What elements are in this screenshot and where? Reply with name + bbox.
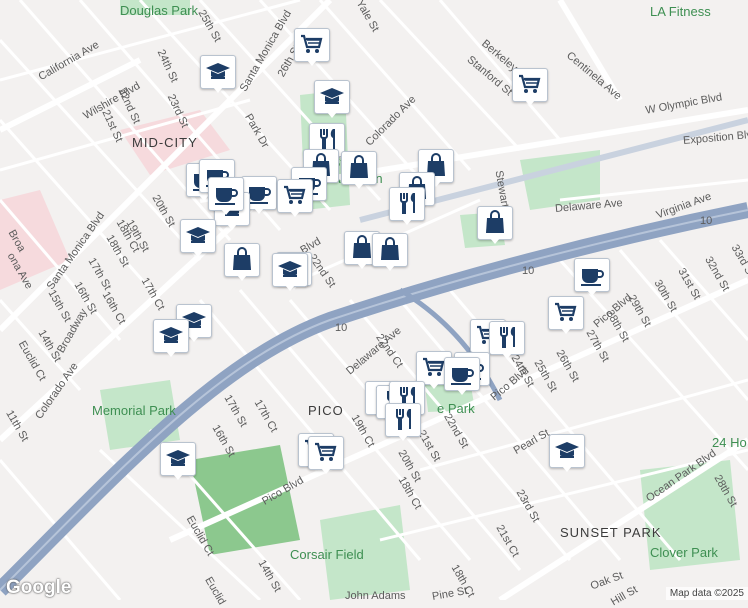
map-marker[interactable] (277, 179, 313, 217)
restaurant-icon (400, 193, 415, 214)
street-label: 10 (335, 322, 348, 334)
neighborhood-label: SUNSET PARK (560, 525, 662, 540)
map-marker[interactable] (208, 177, 244, 215)
school-icon (166, 450, 190, 466)
map-marker[interactable] (160, 442, 196, 480)
neighborhood-label: PICO (308, 403, 344, 418)
place-label: Clover Park (650, 545, 718, 560)
map-marker[interactable] (308, 436, 344, 474)
map-marker[interactable] (574, 258, 610, 296)
map-marker[interactable] (153, 319, 189, 357)
map-marker[interactable] (180, 219, 216, 257)
map-marker[interactable] (389, 187, 425, 225)
shopping-cart-icon (555, 302, 577, 321)
place-label: Douglas Park (120, 3, 199, 18)
map-marker[interactable] (200, 55, 236, 93)
map-marker[interactable] (549, 434, 585, 472)
restaurant-icon (500, 327, 515, 348)
map-marker[interactable] (385, 403, 421, 441)
school-icon (320, 88, 344, 104)
place-label: Memorial Park (92, 403, 176, 418)
school-icon (206, 63, 230, 79)
shopping-bag-icon (350, 155, 368, 178)
place-label: 24 Ho (712, 435, 747, 450)
map-marker[interactable] (341, 151, 377, 189)
place-label: e Park (437, 401, 475, 416)
shopping-cart-icon (301, 34, 323, 53)
map-marker[interactable] (444, 357, 480, 395)
map-marker[interactable] (548, 296, 584, 334)
school-icon (278, 261, 302, 277)
street-label: 10 (522, 265, 535, 277)
map-marker[interactable] (314, 80, 350, 118)
shopping-bag-icon (233, 247, 251, 270)
map-credit: Map data ©2025 (665, 587, 748, 600)
map-marker[interactable] (512, 68, 548, 106)
place-label: Corsair Field (290, 547, 364, 562)
map-marker[interactable] (294, 28, 330, 66)
shopping-cart-icon (284, 185, 306, 204)
map-marker[interactable] (224, 243, 260, 281)
google-logo: Google (6, 577, 72, 598)
map-marker[interactable] (272, 253, 308, 291)
restaurant-icon (396, 409, 411, 430)
street-label: 10 (700, 215, 713, 227)
school-icon (186, 227, 210, 243)
street-label: John Adams (345, 590, 406, 602)
map-marker[interactable] (372, 233, 408, 271)
school-icon (555, 442, 579, 458)
map-marker[interactable] (489, 321, 525, 359)
shopping-cart-icon (315, 442, 337, 461)
cafe-icon (581, 269, 604, 286)
place-label: LA Fitness (650, 4, 711, 19)
map-marker[interactable] (477, 206, 513, 244)
cafe-icon (451, 368, 474, 385)
neighborhood-label: MID-CITY (132, 135, 198, 150)
shopping-bag-icon (486, 210, 504, 233)
cafe-icon (215, 188, 238, 205)
shopping-cart-icon (519, 74, 541, 93)
shopping-bag-icon (381, 237, 399, 260)
school-icon (159, 327, 183, 343)
